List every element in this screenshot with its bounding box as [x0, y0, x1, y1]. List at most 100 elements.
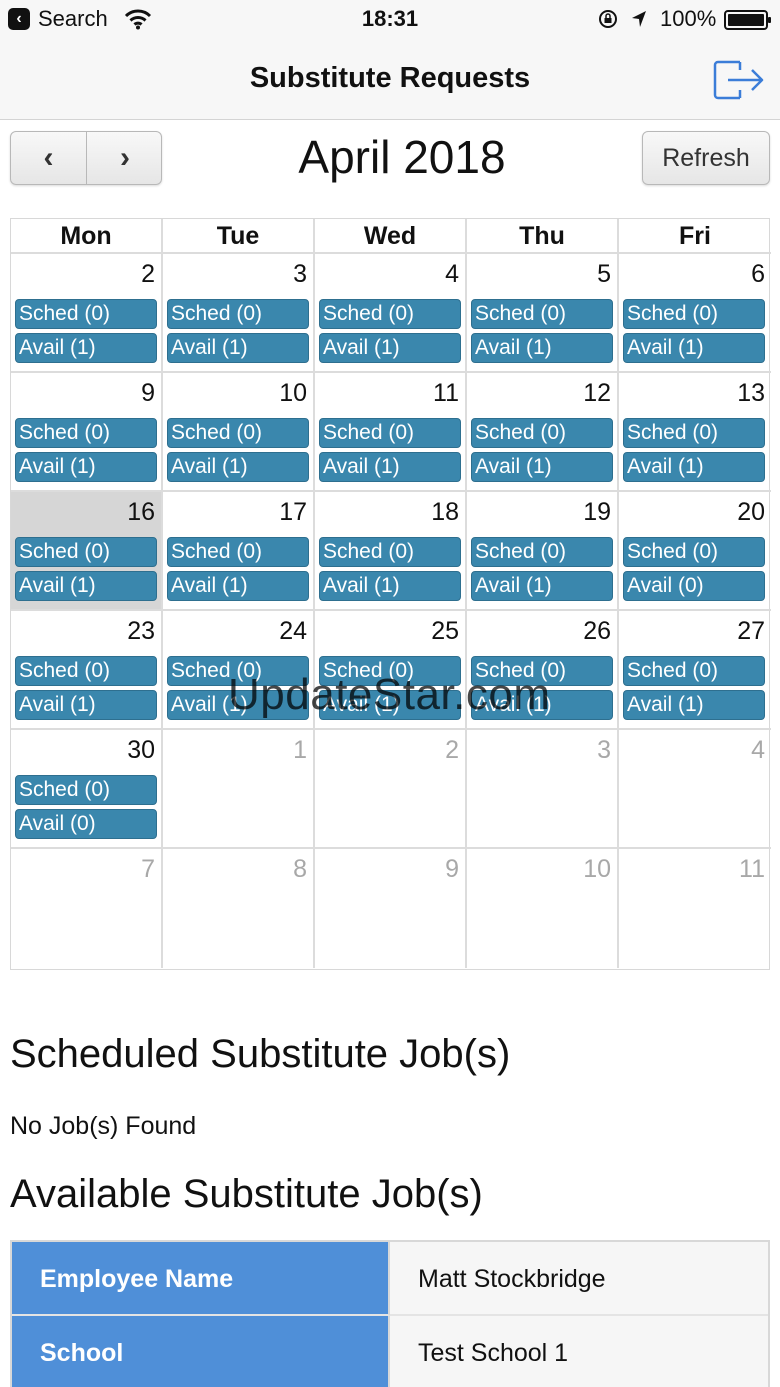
- available-event[interactable]: Avail (1): [319, 690, 461, 720]
- scheduled-event[interactable]: Sched (0): [167, 418, 309, 448]
- calendar-day[interactable]: 11 Sched (0) Avail (1): [315, 373, 467, 492]
- calendar-day[interactable]: 4 Sched (0) Avail (1): [315, 254, 467, 373]
- scheduled-event[interactable]: Sched (0): [319, 299, 461, 329]
- logout-icon[interactable]: [710, 56, 766, 104]
- available-event[interactable]: Avail (1): [471, 690, 613, 720]
- scheduled-event[interactable]: Sched (0): [319, 418, 461, 448]
- scheduled-event[interactable]: Sched (0): [167, 656, 309, 686]
- prev-month-button[interactable]: ‹: [11, 132, 87, 184]
- no-jobs-message: No Job(s) Found: [10, 1112, 197, 1140]
- calendar-day[interactable]: 6 Sched (0) Avail (1): [619, 254, 771, 373]
- calendar-day[interactable]: 26 Sched (0) Avail (1): [467, 611, 619, 730]
- weekday-tue: Tue: [163, 219, 315, 254]
- day-number: 8: [293, 855, 307, 883]
- calendar-day[interactable]: 30 Sched (0) Avail (0): [11, 730, 163, 849]
- available-event[interactable]: Avail (1): [167, 452, 309, 482]
- day-number: 2: [445, 736, 459, 764]
- available-event[interactable]: Avail (1): [167, 333, 309, 363]
- day-number: 9: [445, 855, 459, 883]
- available-event[interactable]: Avail (1): [167, 571, 309, 601]
- day-number: 13: [737, 379, 765, 407]
- available-event[interactable]: Avail (0): [623, 571, 765, 601]
- available-event[interactable]: Avail (1): [471, 452, 613, 482]
- scheduled-event[interactable]: Sched (0): [623, 418, 765, 448]
- scheduled-event[interactable]: Sched (0): [471, 656, 613, 686]
- scheduled-event[interactable]: Sched (0): [623, 656, 765, 686]
- scheduled-event[interactable]: Sched (0): [471, 418, 613, 448]
- calendar-day[interactable]: 23 Sched (0) Avail (1): [11, 611, 163, 730]
- calendar-day[interactable]: 9: [315, 849, 467, 968]
- day-number: 11: [433, 379, 459, 407]
- available-event[interactable]: Avail (1): [471, 571, 613, 601]
- scheduled-event[interactable]: Sched (0): [471, 537, 613, 567]
- available-event[interactable]: Avail (1): [319, 571, 461, 601]
- calendar-day[interactable]: 13 Sched (0) Avail (1): [619, 373, 771, 492]
- calendar-day[interactable]: 2 Sched (0) Avail (1): [11, 254, 163, 373]
- calendar-day[interactable]: 9 Sched (0) Avail (1): [11, 373, 163, 492]
- calendar-day[interactable]: 20 Sched (0) Avail (0): [619, 492, 771, 611]
- calendar-day[interactable]: 19 Sched (0) Avail (1): [467, 492, 619, 611]
- available-event[interactable]: Avail (1): [15, 571, 157, 601]
- day-number: 24: [279, 617, 307, 645]
- scheduled-event[interactable]: Sched (0): [15, 656, 157, 686]
- day-number: 4: [751, 736, 765, 764]
- scheduled-event[interactable]: Sched (0): [15, 537, 157, 567]
- scheduled-event[interactable]: Sched (0): [623, 299, 765, 329]
- calendar-day[interactable]: 25 Sched (0) Avail (1): [315, 611, 467, 730]
- calendar-day[interactable]: 7: [11, 849, 163, 968]
- table-row[interactable]: School Test School 1: [12, 1316, 768, 1387]
- calendar-day[interactable]: 3: [467, 730, 619, 849]
- scheduled-event[interactable]: Sched (0): [471, 299, 613, 329]
- available-event[interactable]: Avail (1): [319, 452, 461, 482]
- available-event[interactable]: Avail (1): [15, 333, 157, 363]
- day-number: 16: [127, 498, 155, 526]
- available-event[interactable]: Avail (1): [15, 690, 157, 720]
- scheduled-event[interactable]: Sched (0): [319, 656, 461, 686]
- scheduled-event[interactable]: Sched (0): [15, 418, 157, 448]
- calendar-day[interactable]: 1: [163, 730, 315, 849]
- scheduled-event[interactable]: Sched (0): [319, 537, 461, 567]
- day-number: 23: [127, 617, 155, 645]
- calendar-day[interactable]: 27 Sched (0) Avail (1): [619, 611, 771, 730]
- refresh-button[interactable]: Refresh: [642, 131, 770, 185]
- employee-name-label: Employee Name: [12, 1242, 390, 1316]
- calendar-day[interactable]: 3 Sched (0) Avail (1): [163, 254, 315, 373]
- available-event[interactable]: Avail (0): [15, 809, 157, 839]
- scheduled-event[interactable]: Sched (0): [15, 775, 157, 805]
- available-event[interactable]: Avail (1): [15, 452, 157, 482]
- weekday-wed: Wed: [315, 219, 467, 254]
- scheduled-event[interactable]: Sched (0): [167, 537, 309, 567]
- day-number: 9: [141, 379, 155, 407]
- day-number: 25: [431, 617, 459, 645]
- scheduled-event[interactable]: Sched (0): [15, 299, 157, 329]
- scheduled-event[interactable]: Sched (0): [623, 537, 765, 567]
- calendar-day[interactable]: 10 Sched (0) Avail (1): [163, 373, 315, 492]
- available-event[interactable]: Avail (1): [167, 690, 309, 720]
- day-number: 30: [127, 736, 155, 764]
- calendar-day[interactable]: 17 Sched (0) Avail (1): [163, 492, 315, 611]
- calendar-day[interactable]: 8: [163, 849, 315, 968]
- calendar-day[interactable]: 11: [619, 849, 771, 968]
- available-event[interactable]: Avail (1): [623, 452, 765, 482]
- calendar-day[interactable]: 5 Sched (0) Avail (1): [467, 254, 619, 373]
- day-number: 5: [597, 260, 611, 288]
- day-number: 18: [431, 498, 459, 526]
- calendar-day-today[interactable]: 16 Sched (0) Avail (1): [11, 492, 163, 611]
- day-number: 20: [737, 498, 765, 526]
- day-number: 3: [597, 736, 611, 764]
- calendar-day[interactable]: 18 Sched (0) Avail (1): [315, 492, 467, 611]
- available-event[interactable]: Avail (1): [623, 333, 765, 363]
- month-navigation: ‹ ›: [10, 131, 162, 185]
- available-event[interactable]: Avail (1): [319, 333, 461, 363]
- calendar-day[interactable]: 2: [315, 730, 467, 849]
- day-number: 10: [583, 855, 611, 883]
- next-month-button[interactable]: ›: [87, 132, 161, 184]
- scheduled-event[interactable]: Sched (0): [167, 299, 309, 329]
- table-row[interactable]: Employee Name Matt Stockbridge: [12, 1242, 768, 1316]
- available-event[interactable]: Avail (1): [623, 690, 765, 720]
- available-event[interactable]: Avail (1): [471, 333, 613, 363]
- calendar-day[interactable]: 4: [619, 730, 771, 849]
- calendar-day[interactable]: 12 Sched (0) Avail (1): [467, 373, 619, 492]
- calendar-day[interactable]: 10: [467, 849, 619, 968]
- calendar-day[interactable]: 24 Sched (0) Avail (1): [163, 611, 315, 730]
